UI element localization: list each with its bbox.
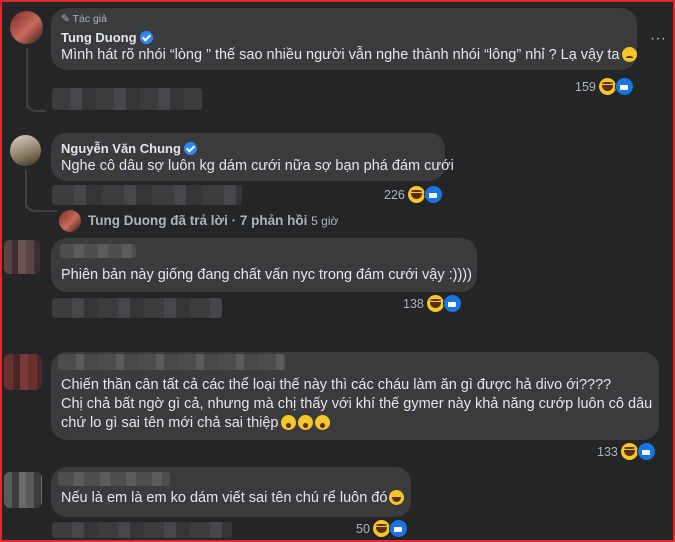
thread-connector bbox=[26, 98, 46, 112]
reaction-summary[interactable]: 159 bbox=[575, 77, 634, 96]
blurred-action-bar bbox=[52, 522, 232, 538]
avatar[interactable] bbox=[4, 472, 42, 508]
blurred-author-name bbox=[60, 244, 136, 258]
verified-icon bbox=[183, 142, 197, 155]
laughing-emoji-icon bbox=[389, 490, 405, 505]
comment-text: Phiên bản này giống đang chất vấn nyc tr… bbox=[61, 267, 472, 283]
blurred-action-bar bbox=[52, 88, 202, 110]
author-badge: ✎ Tác giả bbox=[61, 13, 107, 25]
like-reaction-icon bbox=[636, 442, 656, 461]
like-reaction-icon bbox=[388, 519, 408, 538]
comment-text-line: Chị chả bất ngờ gì cả, nhưng mà chị thấy… bbox=[61, 396, 653, 412]
comment-author[interactable]: Nguyễn Văn Chung bbox=[61, 141, 197, 156]
avatar[interactable] bbox=[10, 135, 41, 166]
avatar[interactable] bbox=[4, 240, 40, 274]
comment-text: Nếu là em là em ko dám viết sai tên chú … bbox=[61, 489, 405, 508]
blurred-action-bar bbox=[52, 185, 242, 205]
sad-emoji-icon bbox=[621, 47, 637, 62]
reaction-summary[interactable]: 138 bbox=[403, 294, 462, 313]
comment-text-line: chứ lo gì sai tên mới chả sai thiệp bbox=[61, 414, 330, 433]
blurred-author-name bbox=[58, 354, 286, 370]
reaction-summary[interactable]: 50 bbox=[356, 519, 408, 538]
like-reaction-icon bbox=[423, 185, 443, 204]
shocked-emoji-icon bbox=[280, 415, 296, 430]
more-options-icon[interactable]: ··· bbox=[650, 30, 666, 48]
avatar[interactable] bbox=[59, 210, 81, 232]
reaction-summary[interactable]: 133 bbox=[597, 442, 656, 461]
like-reaction-icon bbox=[614, 77, 634, 96]
comment-text-line: Chiến thần cân tất cả các thể loại thế n… bbox=[61, 377, 612, 393]
comment-text: Mình hát rõ nhói “lòng ” thế sao nhiều n… bbox=[61, 46, 637, 65]
pencil-icon: ✎ bbox=[61, 13, 70, 25]
avatar[interactable] bbox=[4, 354, 42, 390]
comment-author[interactable]: Tung Duong bbox=[61, 30, 153, 45]
blurred-action-bar bbox=[52, 298, 222, 318]
shocked-emoji-icon bbox=[314, 415, 330, 430]
comments-panel: ✎ Tác giả Tung Duong Mình hát rõ nhói “l… bbox=[0, 0, 675, 542]
like-reaction-icon bbox=[442, 294, 462, 313]
avatar[interactable] bbox=[10, 11, 43, 44]
comment-text: Nghe cô dâu sợ luôn kg dám cưới nữa sợ b… bbox=[61, 158, 454, 174]
reaction-summary[interactable]: 226 bbox=[384, 185, 443, 204]
blurred-author-name bbox=[58, 472, 170, 486]
shocked-emoji-icon bbox=[297, 415, 313, 430]
verified-icon bbox=[139, 31, 153, 44]
view-replies-link[interactable]: Tung Duong đã trả lời · 7 phản hồi 5 giờ bbox=[88, 213, 338, 228]
